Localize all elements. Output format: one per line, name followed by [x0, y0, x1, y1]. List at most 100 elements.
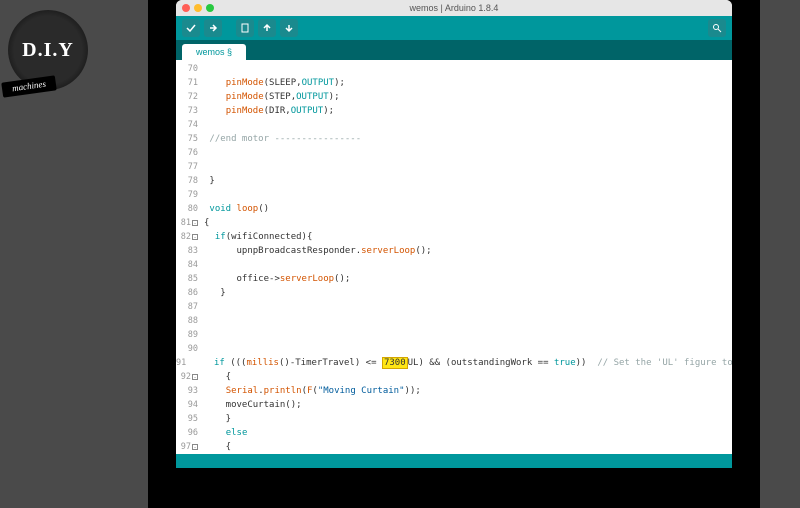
- code-content[interactable]: pinMode(DIR,OUTPUT);: [204, 104, 732, 118]
- line-number: 77: [176, 160, 204, 174]
- code-content[interactable]: pinMode(STEP,OUTPUT);: [204, 90, 732, 104]
- code-content[interactable]: [204, 328, 732, 342]
- line-number: 91: [176, 356, 192, 370]
- line-number: 92-: [176, 370, 204, 384]
- line-number: 93: [176, 384, 204, 398]
- code-content[interactable]: upnpBroadcastResponder.serverLoop();: [204, 244, 732, 258]
- code-line[interactable]: 72 pinMode(STEP,OUTPUT);: [176, 90, 732, 104]
- save-sketch-button[interactable]: [280, 19, 298, 37]
- line-number: 90: [176, 342, 204, 356]
- code-content[interactable]: [204, 62, 732, 76]
- code-line[interactable]: 70: [176, 62, 732, 76]
- fold-indicator-icon[interactable]: -: [192, 234, 198, 240]
- code-content[interactable]: [204, 188, 732, 202]
- code-line[interactable]: 85 office->serverLoop();: [176, 272, 732, 286]
- code-line[interactable]: 73 pinMode(DIR,OUTPUT);: [176, 104, 732, 118]
- code-line[interactable]: 92- {: [176, 370, 732, 384]
- line-number: 75: [176, 132, 204, 146]
- code-content[interactable]: Serial.println(F("Moving Curtain"));: [204, 384, 732, 398]
- code-content[interactable]: }: [204, 286, 732, 300]
- line-number: 72: [176, 90, 204, 104]
- fold-indicator-icon[interactable]: -: [192, 220, 198, 226]
- line-number: 70: [176, 62, 204, 76]
- line-number: 94: [176, 398, 204, 412]
- window-minimize-button[interactable]: [194, 4, 202, 12]
- code-content[interactable]: }: [204, 412, 732, 426]
- diy-machines-logo: D.I.Y machines: [8, 10, 98, 100]
- code-content[interactable]: moveCurtain();: [204, 398, 732, 412]
- sketch-tab[interactable]: wemos §: [182, 44, 246, 60]
- code-line[interactable]: 93 Serial.println(F("Moving Curtain"));: [176, 384, 732, 398]
- code-content[interactable]: void loop(): [204, 202, 732, 216]
- toolbar: [176, 16, 732, 40]
- window-zoom-button[interactable]: [206, 4, 214, 12]
- fold-indicator-icon[interactable]: -: [192, 444, 198, 450]
- code-content[interactable]: [204, 258, 732, 272]
- code-line[interactable]: 95 }: [176, 412, 732, 426]
- code-line[interactable]: 79: [176, 188, 732, 202]
- window-close-button[interactable]: [182, 4, 190, 12]
- status-bar: [176, 454, 732, 468]
- code-content[interactable]: [204, 314, 732, 328]
- logo-text-ribbon: machines: [1, 75, 57, 97]
- line-number: 96: [176, 426, 204, 440]
- code-content[interactable]: if (((millis()-TimerTravel) <= 7300UL) &…: [192, 356, 732, 370]
- fold-indicator-icon[interactable]: -: [192, 374, 198, 380]
- line-number: 84: [176, 258, 204, 272]
- upload-button[interactable]: [204, 19, 222, 37]
- code-content[interactable]: else: [204, 426, 732, 440]
- code-line[interactable]: 88: [176, 314, 732, 328]
- code-line[interactable]: 76: [176, 146, 732, 160]
- code-content[interactable]: {: [204, 216, 732, 230]
- code-line[interactable]: 77: [176, 160, 732, 174]
- code-content[interactable]: //end motor ----------------: [204, 132, 732, 146]
- code-content[interactable]: {: [204, 440, 732, 454]
- line-number: 87: [176, 300, 204, 314]
- code-content[interactable]: [204, 300, 732, 314]
- code-line[interactable]: 71 pinMode(SLEEP,OUTPUT);: [176, 76, 732, 90]
- code-line[interactable]: 86 }: [176, 286, 732, 300]
- line-number: 79: [176, 188, 204, 202]
- code-content[interactable]: office->serverLoop();: [204, 272, 732, 286]
- serial-monitor-button[interactable]: [708, 19, 726, 37]
- code-content[interactable]: [204, 342, 732, 356]
- code-line[interactable]: 80 void loop(): [176, 202, 732, 216]
- code-content[interactable]: }: [204, 174, 732, 188]
- code-content[interactable]: [204, 146, 732, 160]
- code-line[interactable]: 83 upnpBroadcastResponder.serverLoop();: [176, 244, 732, 258]
- line-number: 89: [176, 328, 204, 342]
- window-title: wemos | Arduino 1.8.4: [176, 3, 732, 13]
- open-sketch-button[interactable]: [258, 19, 276, 37]
- line-number: 97-: [176, 440, 204, 454]
- code-line[interactable]: 81-{: [176, 216, 732, 230]
- line-number: 95: [176, 412, 204, 426]
- code-content[interactable]: [204, 118, 732, 132]
- code-content[interactable]: {: [204, 370, 732, 384]
- line-number: 85: [176, 272, 204, 286]
- code-line[interactable]: 91 if (((millis()-TimerTravel) <= 7300UL…: [176, 356, 732, 370]
- code-line[interactable]: 87: [176, 300, 732, 314]
- code-line[interactable]: 97- {: [176, 440, 732, 454]
- code-line[interactable]: 78 }: [176, 174, 732, 188]
- window-titlebar[interactable]: wemos | Arduino 1.8.4: [176, 0, 732, 16]
- logo-text-top: D.I.Y: [22, 39, 74, 62]
- code-line[interactable]: 89: [176, 328, 732, 342]
- code-line[interactable]: 75 //end motor ----------------: [176, 132, 732, 146]
- new-sketch-button[interactable]: [236, 19, 254, 37]
- line-number: 82-: [176, 230, 204, 244]
- code-content[interactable]: [204, 160, 732, 174]
- code-content[interactable]: if(wifiConnected){: [204, 230, 732, 244]
- line-number: 78: [176, 174, 204, 188]
- traffic-lights: [182, 4, 214, 12]
- code-line[interactable]: 82- if(wifiConnected){: [176, 230, 732, 244]
- verify-button[interactable]: [182, 19, 200, 37]
- code-line[interactable]: 90: [176, 342, 732, 356]
- code-line[interactable]: 94 moveCurtain();: [176, 398, 732, 412]
- line-number: 74: [176, 118, 204, 132]
- code-line[interactable]: 84: [176, 258, 732, 272]
- code-line[interactable]: 96 else: [176, 426, 732, 440]
- code-editor[interactable]: 7071 pinMode(SLEEP,OUTPUT);72 pinMode(ST…: [176, 60, 732, 454]
- code-content[interactable]: pinMode(SLEEP,OUTPUT);: [204, 76, 732, 90]
- code-line[interactable]: 74: [176, 118, 732, 132]
- console-area[interactable]: [176, 468, 732, 474]
